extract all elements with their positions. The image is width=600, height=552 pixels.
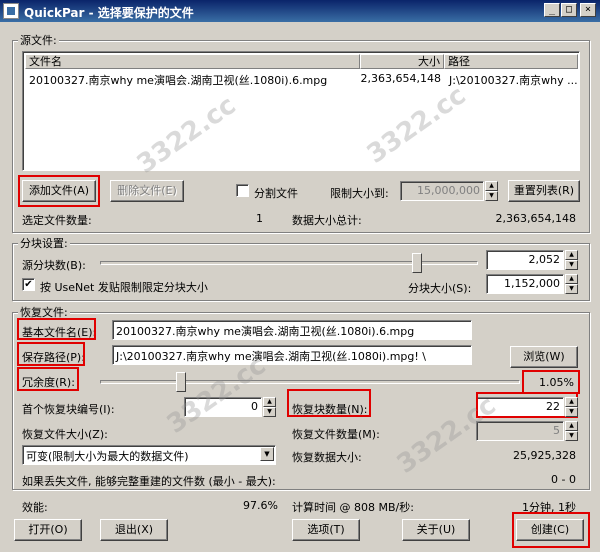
about-button[interactable]: 关于(U) — [402, 519, 470, 541]
total-size-value: 2,363,654,148 — [495, 212, 576, 225]
file-row-path[interactable]: J:\20100327.南京why ... — [449, 72, 578, 88]
selected-count-label: 选定文件数量: — [22, 214, 92, 227]
highlight-create — [512, 512, 590, 548]
efficiency-value: 97.6% — [243, 499, 278, 512]
source-block-slider-thumb[interactable] — [412, 253, 422, 273]
base-filename-input[interactable]: 20100327.南京why me演唱会.湖南卫视(丝.1080i).6.mpg — [112, 320, 472, 340]
source-block-count-label: 源分块数(B): — [22, 259, 86, 272]
file-row-size[interactable]: 2,363,654,148 — [353, 72, 441, 85]
file-row-name[interactable]: 20100327.南京why me演唱会.湖南卫视(丝.1080i).6.mpg — [29, 72, 327, 88]
source-files-group-label: 源文件: — [18, 32, 59, 48]
highlight-redundancy — [17, 367, 79, 391]
limit-size-label: 限制大小到: — [330, 187, 389, 200]
column-header-name[interactable]: 文件名 — [25, 54, 360, 69]
highlight-block-count-label — [287, 389, 371, 417]
title-bar[interactable]: QuickPar - 选择要保护的文件 _ □ × — [0, 0, 600, 22]
limit-size-spinner[interactable]: ▲ ▼ — [485, 181, 498, 201]
browse-button[interactable]: 浏览(W) — [510, 346, 578, 368]
window-title: QuickPar - 选择要保护的文件 — [24, 6, 194, 20]
options-button[interactable]: 选项(T) — [292, 519, 360, 541]
limit-size-input[interactable]: 15,000,000 — [400, 181, 484, 201]
remove-file-button[interactable]: 删除文件(E) — [110, 180, 184, 202]
total-size-label: 数据大小总计: — [292, 214, 362, 227]
recovery-size-mode-value: 可变(限制大小为最大的数据文件) — [26, 450, 189, 463]
selected-count-value: 1 — [256, 212, 263, 225]
first-block-spinner[interactable]: ▲ ▼ — [263, 397, 276, 417]
recovery-size-mode-select[interactable]: 可变(限制大小为最大的数据文件) ▼ — [22, 445, 276, 465]
split-file-checkbox[interactable] — [236, 184, 249, 197]
recovery-data-size-value: 25,925,328 — [513, 449, 576, 462]
usenet-limit-label: 按 UseNet 发贴限制限定分块大小 — [40, 281, 208, 294]
usenet-limit-checkbox[interactable]: ✔ — [22, 278, 35, 291]
recovery-block-count-spinner[interactable]: ▲ ▼ — [565, 397, 578, 417]
split-file-label: 分割文件 — [254, 187, 298, 200]
recovery-file-size-label: 恢复文件大小(Z): — [22, 428, 108, 441]
block-settings-group-label: 分块设置: — [18, 235, 70, 251]
column-header-size[interactable]: 大小 — [360, 54, 444, 69]
highlight-add-file — [18, 175, 100, 207]
recovery-file-count-input[interactable]: 5 — [476, 421, 564, 441]
reset-list-button[interactable]: 重置列表(R) — [508, 180, 580, 202]
chevron-down-icon[interactable]: ▼ — [260, 447, 274, 461]
source-block-count-input[interactable]: 2,052 — [486, 250, 564, 270]
exit-button[interactable]: 退出(X) — [100, 519, 168, 541]
recovery-file-count-spinner[interactable]: ▲ ▼ — [565, 421, 578, 441]
maximize-button[interactable]: □ — [561, 3, 577, 17]
calc-time-label: 计算时间 @ 808 MB/秒: — [292, 501, 414, 514]
close-button[interactable]: × — [580, 3, 596, 17]
recovery-data-size-label: 恢复数据大小: — [292, 451, 362, 464]
rebuild-count-label: 如果丢失文件, 能够完整重建的文件数 (最小 - 最大): — [22, 475, 276, 488]
highlight-redundancy-value — [522, 370, 580, 394]
rebuild-count-value: 0 - 0 — [551, 473, 576, 486]
column-header-path[interactable]: 路径 — [444, 54, 578, 69]
highlight-save-path — [17, 342, 85, 366]
block-size-label: 分块大小(S): — [408, 282, 472, 295]
highlight-block-count-input — [476, 392, 578, 418]
efficiency-label: 效能: — [22, 501, 48, 514]
first-block-label: 首个恢复块编号(I): — [22, 403, 115, 416]
redundancy-slider-thumb[interactable] — [176, 372, 186, 392]
recovery-file-count-label: 恢复文件数量(M): — [292, 428, 380, 441]
open-button[interactable]: 打开(O) — [14, 519, 82, 541]
minimize-button[interactable]: _ — [544, 3, 560, 17]
block-size-spinner[interactable]: ▲ ▼ — [565, 274, 578, 294]
app-icon — [3, 3, 19, 19]
redundancy-slider-track[interactable] — [100, 380, 520, 384]
block-size-input[interactable]: 1,152,000 — [486, 274, 564, 294]
file-list[interactable]: 文件名 大小 路径 20100327.南京why me演唱会.湖南卫视(丝.10… — [22, 51, 580, 171]
save-path-input[interactable]: J:\20100327.南京why me演唱会.湖南卫视(丝.1080i).mp… — [112, 345, 472, 365]
first-block-input[interactable]: 0 — [184, 397, 262, 417]
highlight-base-filename — [17, 318, 96, 340]
source-block-count-spinner[interactable]: ▲ ▼ — [565, 250, 578, 270]
